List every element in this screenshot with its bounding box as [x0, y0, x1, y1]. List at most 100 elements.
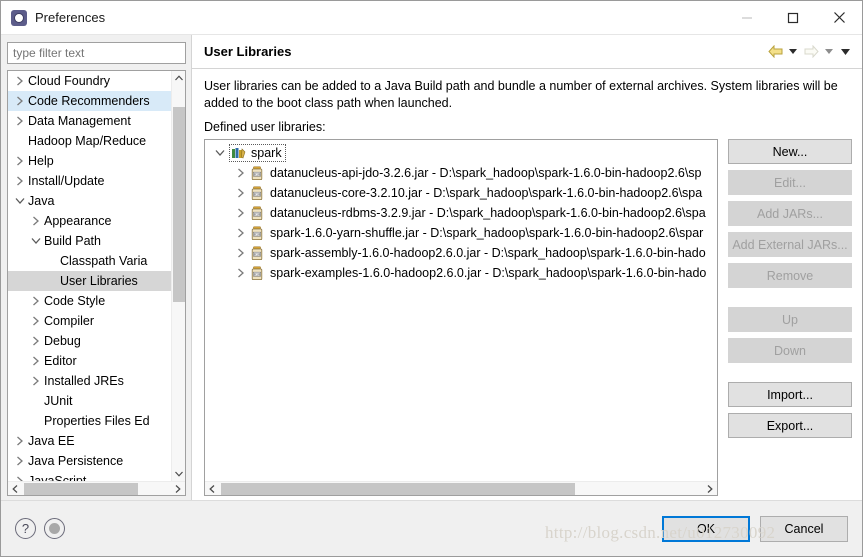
row-content: 010 spark-assembly-1.6.0-hadoop2.6.0.jar …	[250, 246, 706, 261]
lib-hscroll-thumb[interactable]	[221, 483, 575, 495]
cancel-button[interactable]: Cancel	[760, 515, 848, 542]
sidebar-horizontal-scrollbar[interactable]	[8, 481, 185, 495]
ok-button[interactable]: OK	[662, 515, 750, 542]
sidebar-item-appearance[interactable]: Appearance	[8, 211, 171, 231]
sidebar-item-label: User Libraries	[60, 274, 138, 288]
page-menu-chevron-down-icon[interactable]	[838, 42, 852, 62]
chevron-right-icon[interactable]	[12, 156, 27, 166]
filter-input[interactable]	[7, 42, 186, 64]
sidebar-item-installed-jres[interactable]: Installed JREs	[8, 371, 171, 391]
sidebar-item-classpath-varia[interactable]: Classpath Varia	[8, 251, 171, 271]
sidebar-item-cloud-foundry[interactable]: Cloud Foundry	[8, 71, 171, 91]
sidebar-item-java-ee[interactable]: Java EE	[8, 431, 171, 451]
chevron-right-icon[interactable]	[232, 168, 250, 178]
jar-icon: 010	[250, 186, 266, 201]
edit-button: Edit...	[728, 170, 852, 195]
jar-icon: 010	[250, 226, 266, 241]
button-group-spacer	[728, 294, 852, 301]
chevron-right-icon[interactable]	[12, 76, 27, 86]
sidebar-item-properties-files-ed[interactable]: Properties Files Ed	[8, 411, 171, 431]
chevron-right-icon[interactable]	[12, 436, 27, 446]
chevron-right-icon[interactable]	[12, 456, 27, 466]
sidebar-hscroll-thumb[interactable]	[24, 483, 138, 495]
export-button[interactable]: Export...	[728, 413, 852, 438]
sidebar-item-junit[interactable]: JUnit	[8, 391, 171, 411]
sidebar-item-data-management[interactable]: Data Management	[8, 111, 171, 131]
up-button: Up	[728, 307, 852, 332]
down-button: Down	[728, 338, 852, 363]
forward-arrow-icon[interactable]	[802, 42, 820, 62]
new-button[interactable]: New...	[728, 139, 852, 164]
chevron-right-icon[interactable]	[28, 356, 43, 366]
svg-text:010: 010	[254, 212, 261, 216]
jar-row[interactable]: 010 datanucleus-api-jdo-3.2.6.jar - D:\sp…	[205, 163, 717, 183]
defined-libraries-label: Defined user libraries:	[204, 120, 326, 134]
chevron-right-icon[interactable]	[28, 316, 43, 326]
chevron-right-icon[interactable]	[232, 268, 250, 278]
maximize-button[interactable]	[770, 1, 816, 34]
sidebar-item-user-libraries[interactable]: User Libraries	[8, 271, 171, 291]
sidebar-item-install-update[interactable]: Install/Update	[8, 171, 171, 191]
chevron-right-icon[interactable]	[232, 248, 250, 258]
lib-scroll-right-icon[interactable]	[703, 482, 717, 495]
back-dropdown-chevron-down-icon[interactable]	[786, 42, 800, 62]
minimize-button[interactable]	[724, 1, 770, 34]
scroll-down-icon[interactable]	[172, 467, 185, 481]
sidebar-item-build-path[interactable]: Build Path	[8, 231, 171, 251]
sidebar-item-label: JUnit	[44, 394, 73, 408]
sidebar-item-debug[interactable]: Debug	[8, 331, 171, 351]
sidebar-item-label: Java Persistence	[28, 454, 124, 468]
chevron-down-icon[interactable]	[12, 197, 27, 205]
chevron-down-icon[interactable]	[211, 149, 229, 157]
sidebar-item-editor[interactable]: Editor	[8, 351, 171, 371]
chevron-right-icon[interactable]	[28, 336, 43, 346]
lib-scroll-left-icon[interactable]	[205, 482, 219, 495]
jar-row[interactable]: 010 datanucleus-core-3.2.10.jar - D:\spar…	[205, 183, 717, 203]
sidebar-item-label: Appearance	[44, 214, 112, 228]
preferences-tree: Cloud Foundry Code Recommenders Data Manag…	[7, 70, 186, 496]
scroll-right-icon[interactable]	[171, 482, 185, 495]
chevron-right-icon[interactable]	[12, 176, 27, 186]
jar-row[interactable]: 010 spark-1.6.0-yarn-shuffle.jar - D:\spa…	[205, 223, 717, 243]
row-content: 010 datanucleus-core-3.2.10.jar - D:\spar…	[250, 186, 702, 201]
import-button[interactable]: Import...	[728, 382, 852, 407]
chevron-down-icon[interactable]	[28, 237, 43, 245]
user-libraries-list[interactable]: spark 010 datanucleus-api-jdo-3.2.6.jar - …	[204, 139, 718, 496]
sidebar-item-code-recommenders[interactable]: Code Recommenders	[8, 91, 171, 111]
sidebar-item-label: Cloud Foundry	[28, 74, 110, 88]
sidebar-item-label: Data Management	[28, 114, 131, 128]
library-row[interactable]: spark	[205, 143, 717, 163]
chevron-right-icon[interactable]	[12, 116, 27, 126]
sidebar-vertical-scrollbar[interactable]	[171, 71, 185, 481]
jar-row[interactable]: 010 datanucleus-rdbms-3.2.9.jar - D:\spar…	[205, 203, 717, 223]
sidebar-item-compiler[interactable]: Compiler	[8, 311, 171, 331]
chevron-right-icon[interactable]	[232, 208, 250, 218]
sidebar-item-label: Editor	[44, 354, 77, 368]
chevron-right-icon[interactable]	[28, 216, 43, 226]
sidebar-item-code-style[interactable]: Code Style	[8, 291, 171, 311]
scroll-left-icon[interactable]	[8, 482, 22, 495]
svg-text:010: 010	[254, 172, 261, 176]
sidebar-item-javascript[interactable]: JavaScript	[8, 471, 171, 481]
sidebar-item-label: Install/Update	[28, 174, 105, 188]
back-arrow-icon[interactable]	[766, 42, 784, 62]
jar-row[interactable]: 010 spark-assembly-1.6.0-hadoop2.6.0.jar …	[205, 243, 717, 263]
close-button[interactable]	[816, 1, 862, 34]
chevron-right-icon[interactable]	[12, 96, 27, 106]
sidebar-item-java-persistence[interactable]: Java Persistence	[8, 451, 171, 471]
chevron-right-icon[interactable]	[28, 376, 43, 386]
jar-row[interactable]: 010 spark-examples-1.6.0-hadoop2.6.0.jar …	[205, 263, 717, 283]
libraries-horizontal-scrollbar[interactable]	[205, 481, 717, 495]
chevron-right-icon[interactable]	[232, 188, 250, 198]
restore-defaults-icon[interactable]	[44, 518, 65, 539]
chevron-right-icon[interactable]	[232, 228, 250, 238]
scroll-up-icon[interactable]	[172, 71, 185, 85]
forward-dropdown-chevron-down-icon[interactable]	[822, 42, 836, 62]
chevron-right-icon[interactable]	[28, 296, 43, 306]
sidebar-item-java[interactable]: Java	[8, 191, 171, 211]
sidebar-item-label: JavaScript	[28, 474, 87, 481]
sidebar-scroll-thumb[interactable]	[173, 107, 185, 302]
sidebar-item-hadoop-map-reduce[interactable]: Hadoop Map/Reduce	[8, 131, 171, 151]
sidebar-item-help[interactable]: Help	[8, 151, 171, 171]
help-icon[interactable]: ?	[15, 518, 36, 539]
